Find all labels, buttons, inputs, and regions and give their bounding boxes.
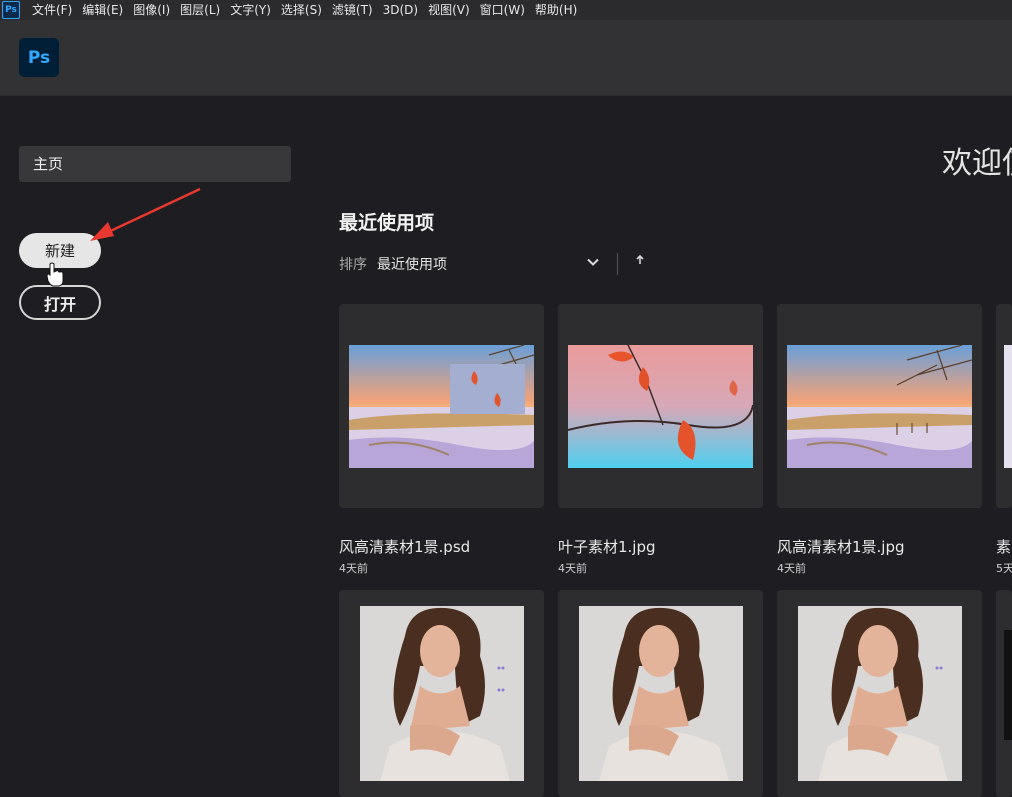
sort-dropdown-value[interactable]: 最近使用项 [377, 254, 447, 274]
menu-file[interactable]: 文件(F) [32, 0, 72, 20]
sort-divider [617, 253, 618, 275]
file-card[interactable] [777, 590, 982, 797]
menu-select[interactable]: 选择(S) [281, 0, 322, 20]
file-date: 4天前 [339, 562, 368, 575]
file-name[interactable]: 素 [996, 536, 1011, 557]
thumbnail-red-leaves [568, 345, 753, 468]
menu-edit[interactable]: 编辑(E) [82, 0, 123, 20]
menu-bar: Ps 文件(F) 编辑(E) 图像(I) 图层(L) 文字(Y) 选择(S) 滤… [0, 0, 1012, 20]
thumbnail-snow-landscape-inset [349, 345, 534, 468]
recent-files-title: 最近使用项 [339, 212, 435, 234]
chevron-down-icon[interactable] [586, 255, 600, 269]
sort-label: 排序 [339, 257, 367, 273]
file-card[interactable] [339, 590, 544, 797]
thumbnail-portrait [360, 606, 524, 781]
menu-window[interactable]: 窗口(W) [480, 0, 525, 20]
sort-direction-icon[interactable] [635, 254, 645, 269]
file-name[interactable]: 风高清素材1景.psd [339, 536, 470, 557]
menu-3d[interactable]: 3D(D) [383, 0, 418, 20]
thumbnail-partial [1004, 630, 1012, 740]
thumbnail-portrait [798, 606, 962, 781]
thumbnail-partial [1004, 345, 1012, 468]
menu-image[interactable]: 图像(I) [133, 0, 170, 20]
file-card[interactable] [996, 590, 1012, 797]
file-card[interactable] [339, 304, 544, 508]
menu-filter[interactable]: 滤镜(T) [332, 0, 373, 20]
file-date: 4天前 [558, 562, 587, 575]
file-date: 5天 [996, 562, 1012, 575]
file-card[interactable] [558, 304, 763, 508]
file-name[interactable]: 风高清素材1景.jpg [777, 536, 905, 557]
open-button[interactable]: 打开 [19, 285, 101, 320]
file-date: 4天前 [777, 562, 806, 575]
new-button[interactable]: 新建 [19, 233, 101, 268]
sidebar: 主页 新建 打开 [0, 96, 310, 797]
thumbnail-snow-landscape [787, 345, 972, 468]
file-card[interactable] [558, 590, 763, 797]
menu-type[interactable]: 文字(Y) [230, 0, 271, 20]
ps-menu-icon: Ps [2, 1, 20, 19]
welcome-heading: 欢迎使 [942, 146, 1012, 181]
file-card[interactable] [777, 304, 982, 508]
menu-view[interactable]: 视图(V) [428, 0, 470, 20]
menu-layer[interactable]: 图层(L) [180, 0, 220, 20]
sort-control[interactable]: 排序 最近使用项 [339, 253, 644, 275]
photoshop-logo-icon: Ps [19, 38, 59, 77]
menu-help[interactable]: 帮助(H) [535, 0, 577, 20]
thumbnail-portrait [579, 606, 743, 781]
file-name[interactable]: 叶子素材1.jpg [558, 536, 656, 557]
app-header: Ps [0, 20, 1012, 96]
sidebar-item-home[interactable]: 主页 [19, 146, 291, 182]
file-card[interactable] [996, 304, 1012, 508]
